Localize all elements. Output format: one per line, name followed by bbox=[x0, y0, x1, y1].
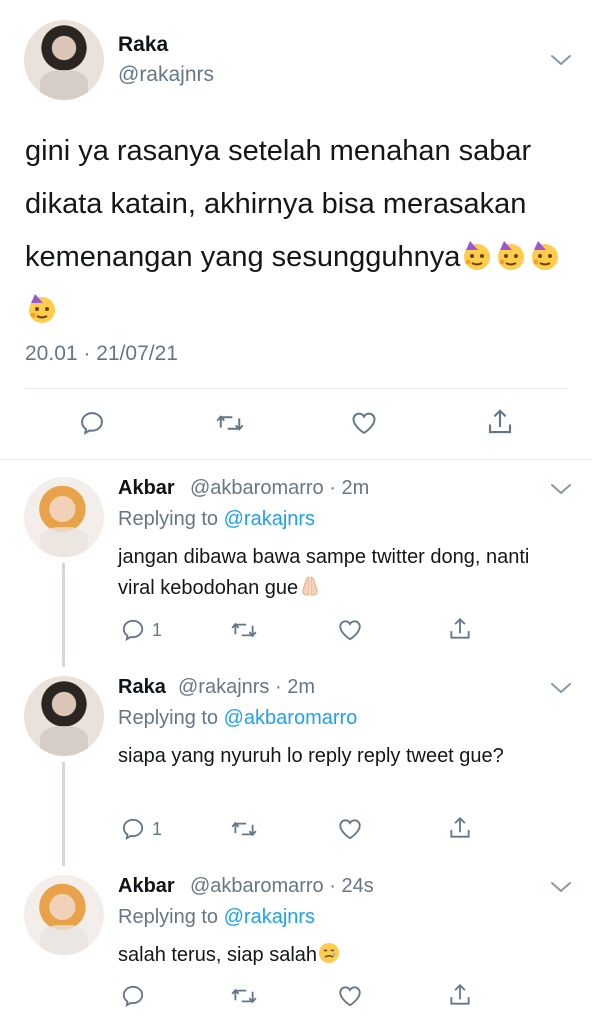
like-button[interactable] bbox=[349, 409, 379, 437]
share-button[interactable] bbox=[485, 407, 515, 437]
mention-link[interactable]: @rakajnrs bbox=[224, 508, 315, 530]
like-icon bbox=[339, 819, 361, 840]
reply-count: 1 bbox=[152, 619, 163, 640]
chevron-down-icon[interactable] bbox=[550, 53, 572, 67]
like-button[interactable] bbox=[337, 816, 363, 842]
share-icon bbox=[488, 409, 512, 434]
chevron-down-icon[interactable] bbox=[550, 880, 572, 894]
partying-face-emoji bbox=[528, 238, 562, 272]
mention-link[interactable]: @akbaromarro bbox=[224, 707, 358, 729]
partying-face-emoji bbox=[25, 291, 59, 325]
reply-author-handle[interactable]: @rakajnrs · 2m bbox=[178, 676, 315, 699]
tweet-body: gini ya rasanya setelah menahan sabar di… bbox=[25, 135, 532, 273]
reply-button[interactable] bbox=[78, 409, 106, 437]
like-icon bbox=[339, 620, 361, 641]
reply-icon bbox=[122, 818, 144, 840]
avatar[interactable] bbox=[24, 20, 104, 100]
reply-text: jangan dibawa bawa sampe twitter dong, n… bbox=[118, 542, 568, 604]
thread-line bbox=[62, 563, 65, 667]
reply-button[interactable] bbox=[120, 983, 152, 1009]
retweet-icon bbox=[231, 821, 257, 837]
replying-to: Replying to @rakajnrs bbox=[118, 906, 316, 928]
partying-face-emoji bbox=[460, 238, 494, 272]
share-button[interactable] bbox=[447, 981, 473, 1009]
reply-count: 1 bbox=[152, 818, 163, 839]
tweet-timestamp[interactable]: 20.01 · 21/07/21 bbox=[25, 342, 178, 366]
section-divider bbox=[0, 459, 592, 460]
author-name[interactable]: Raka bbox=[118, 33, 168, 57]
chevron-down-icon[interactable] bbox=[550, 681, 572, 695]
retweet-icon bbox=[231, 988, 257, 1004]
reply-text: siapa yang nyuruh lo reply reply tweet g… bbox=[118, 745, 504, 767]
avatar[interactable] bbox=[24, 676, 104, 756]
reply-author-name[interactable]: Akbar bbox=[118, 477, 175, 500]
main-tweet: Raka @rakajnrs gini ya rasanya setelah m… bbox=[0, 0, 592, 460]
reply-button[interactable]: 1 bbox=[120, 816, 162, 842]
folded-hands-emoji bbox=[298, 574, 322, 598]
tweet-text: gini ya rasanya setelah menahan sabar di… bbox=[25, 125, 575, 337]
reply-text: salah terus, siap salah bbox=[118, 940, 568, 971]
mention-link[interactable]: @rakajnrs bbox=[224, 906, 315, 928]
share-button[interactable] bbox=[447, 814, 473, 842]
like-button[interactable] bbox=[337, 983, 363, 1009]
retweet-button[interactable] bbox=[230, 816, 258, 842]
thread-line bbox=[62, 762, 65, 866]
share-icon bbox=[450, 816, 470, 838]
share-icon bbox=[450, 617, 470, 639]
reply-icon bbox=[81, 412, 103, 435]
avatar[interactable] bbox=[24, 477, 104, 557]
like-icon bbox=[339, 986, 361, 1007]
like-button[interactable] bbox=[337, 617, 363, 643]
replying-to: Replying to @akbaromarro bbox=[118, 707, 358, 729]
partying-face-emoji bbox=[494, 238, 528, 272]
reply-icon bbox=[122, 985, 144, 1007]
share-icon bbox=[450, 983, 470, 1005]
reply-author-handle[interactable]: @akbaromarro · 2m bbox=[190, 477, 369, 500]
reply-author-name[interactable]: Akbar bbox=[118, 875, 175, 898]
reply-author-name[interactable]: Raka bbox=[118, 676, 166, 699]
reply-button[interactable]: 1 bbox=[120, 617, 162, 643]
reply-icon bbox=[122, 619, 144, 641]
reply-author-handle[interactable]: @akbaromarro · 24s bbox=[190, 875, 374, 898]
avatar[interactable] bbox=[24, 875, 104, 955]
like-icon bbox=[352, 412, 376, 435]
retweet-button[interactable] bbox=[230, 983, 258, 1009]
retweet-button[interactable] bbox=[230, 617, 258, 643]
author-handle[interactable]: @rakajnrs bbox=[118, 63, 214, 87]
retweet-button[interactable] bbox=[215, 409, 245, 437]
crying-smiling-face-emoji bbox=[317, 941, 341, 965]
retweet-icon bbox=[216, 415, 244, 431]
reply-body: salah terus, siap salah bbox=[118, 944, 318, 966]
reply-body: jangan dibawa bawa sampe twitter dong, n… bbox=[118, 546, 530, 599]
retweet-icon bbox=[231, 622, 257, 638]
divider bbox=[25, 388, 568, 389]
share-button[interactable] bbox=[447, 615, 473, 643]
replying-to: Replying to @rakajnrs bbox=[118, 508, 316, 530]
chevron-down-icon[interactable] bbox=[550, 482, 572, 496]
